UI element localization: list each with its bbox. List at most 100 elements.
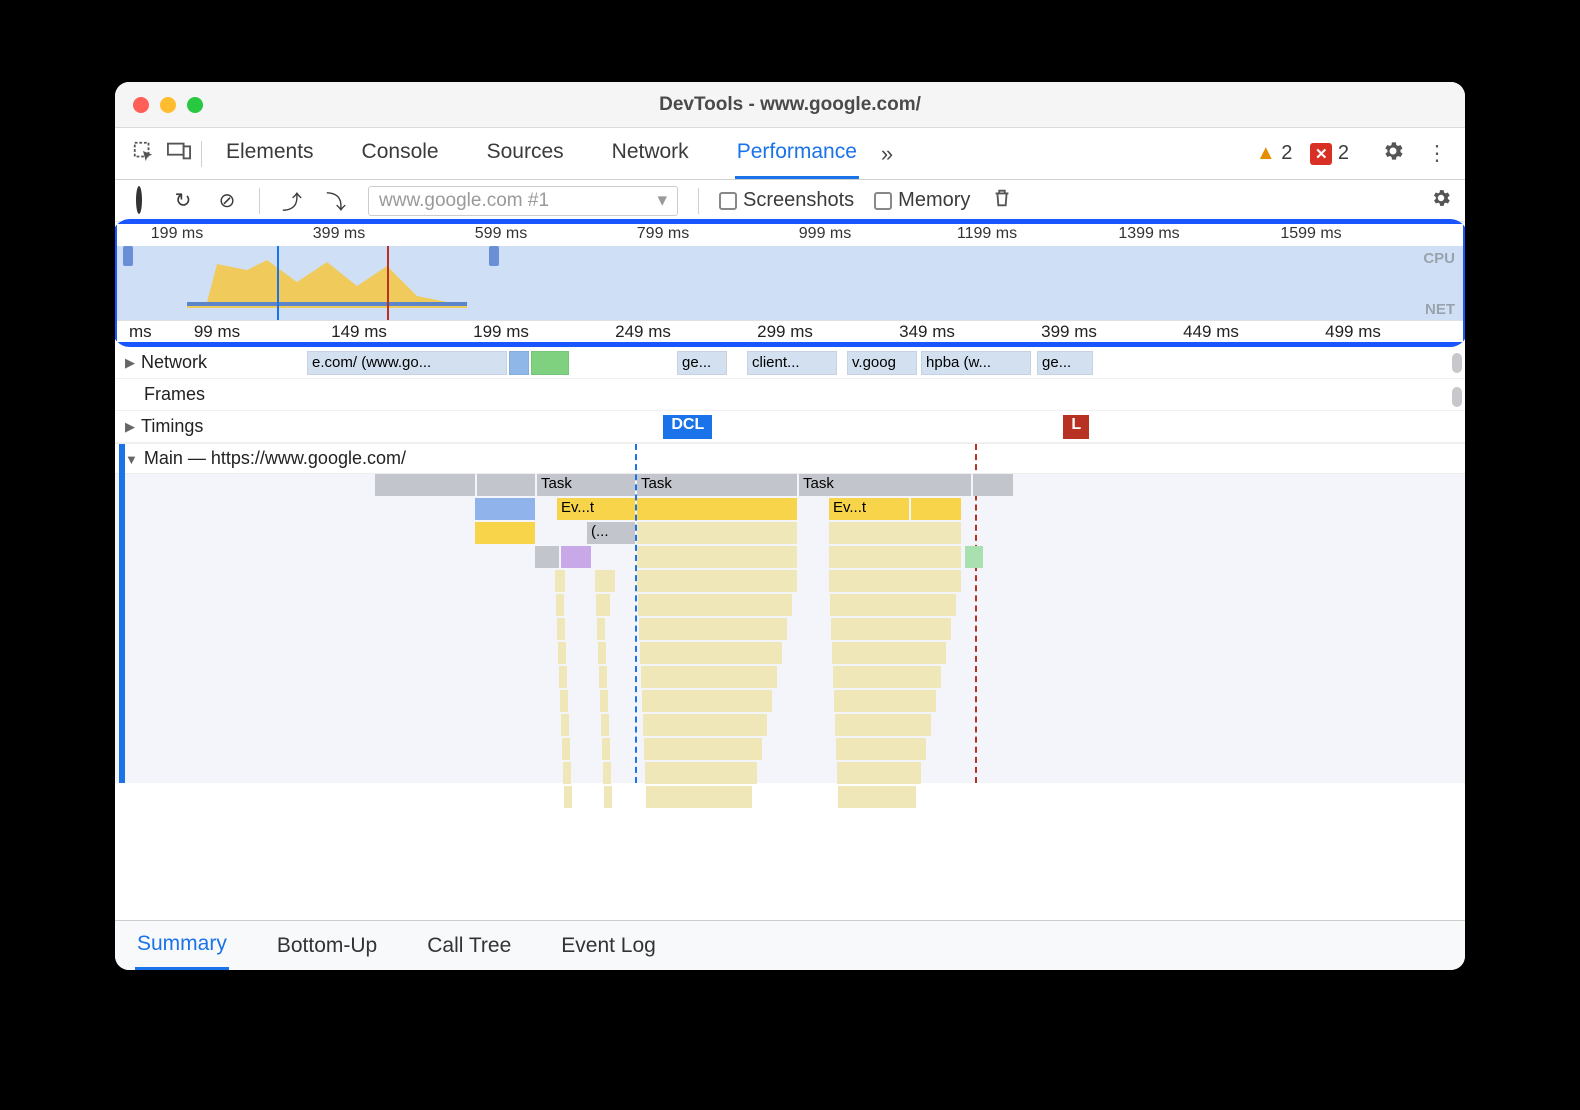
track-frames[interactable]: Frames	[115, 379, 1465, 411]
flame-block[interactable]	[559, 666, 567, 688]
network-request-segment[interactable]	[531, 351, 569, 375]
settings-icon[interactable]	[1379, 139, 1407, 169]
overview-body[interactable]: CPU NET	[117, 246, 1463, 320]
flame-block[interactable]	[561, 546, 591, 568]
flame-block[interactable]	[555, 570, 565, 592]
flame-chart[interactable]: TaskTaskTaskEv...tEv...t(...	[115, 474, 1465, 783]
flame-block[interactable]	[560, 690, 568, 712]
tab-elements[interactable]: Elements	[224, 128, 316, 179]
flame-block[interactable]	[597, 618, 605, 640]
flame-block[interactable]	[640, 642, 782, 664]
kebab-menu-icon[interactable]: ⋮	[1423, 141, 1451, 166]
flame-block[interactable]	[598, 642, 606, 664]
flame-block[interactable]	[603, 762, 611, 784]
flame-block[interactable]	[475, 498, 535, 520]
flame-block[interactable]	[596, 594, 610, 616]
network-request-segment[interactable]: e.com/ (www.go...	[307, 351, 507, 375]
overview-handle-right[interactable]	[489, 246, 499, 266]
flame-block[interactable]	[562, 738, 570, 760]
garbage-collect-icon[interactable]	[990, 187, 1014, 215]
overview-handle-left[interactable]	[123, 246, 133, 266]
flame-block[interactable]: (...	[587, 522, 635, 544]
flame-block[interactable]	[602, 738, 610, 760]
network-lane[interactable]: e.com/ (www.go...ge...client...v.googhpb…	[207, 347, 1465, 378]
network-request-segment[interactable]: hpba (w...	[921, 351, 1031, 375]
issue-counters[interactable]: ▲ 2 ✕ 2	[1256, 142, 1349, 165]
flame-block[interactable]	[637, 498, 797, 520]
details-tab-bottomup[interactable]: Bottom-Up	[275, 923, 379, 969]
window-close-button[interactable]	[133, 97, 149, 113]
tab-sources[interactable]: Sources	[485, 128, 566, 179]
timeline-overview[interactable]: 199 ms399 ms599 ms799 ms999 ms1199 ms139…	[117, 224, 1463, 342]
inspect-icon[interactable]	[129, 140, 157, 168]
device-toggle-icon[interactable]	[165, 141, 193, 167]
upload-icon[interactable]: ⤴	[280, 186, 304, 215]
tabs-overflow-icon[interactable]: »	[881, 141, 893, 167]
window-minimize-button[interactable]	[160, 97, 176, 113]
track-main[interactable]: ▼Main — https://www.google.com/ TaskTask…	[115, 443, 1465, 783]
flame-block[interactable]	[911, 498, 961, 520]
network-request-segment[interactable]	[509, 351, 529, 375]
flame-block[interactable]	[836, 738, 926, 760]
tracks-area[interactable]: ▶Network e.com/ (www.go...ge...client...…	[115, 347, 1465, 920]
flame-block[interactable]	[595, 570, 615, 592]
flame-block[interactable]: Task	[637, 474, 797, 496]
flame-block[interactable]	[599, 666, 607, 688]
flame-block[interactable]	[837, 762, 921, 784]
flame-block[interactable]	[564, 786, 572, 808]
disclosure-triangle-icon[interactable]: ▶	[125, 419, 135, 435]
screenshots-toggle[interactable]: Screenshots	[719, 189, 854, 212]
flame-block[interactable]	[643, 714, 767, 736]
flame-block[interactable]	[833, 666, 941, 688]
flame-block[interactable]	[644, 738, 762, 760]
flame-block[interactable]	[477, 474, 535, 496]
network-request-segment[interactable]: v.goog	[847, 351, 917, 375]
track-network[interactable]: ▶Network e.com/ (www.go...ge...client...…	[115, 347, 1465, 379]
flame-block[interactable]	[830, 594, 956, 616]
frames-lane[interactable]	[205, 379, 1465, 410]
recording-select[interactable]: www.google.com #1 ▾	[368, 186, 678, 216]
details-tab-calltree[interactable]: Call Tree	[425, 923, 513, 969]
flame-block[interactable]	[831, 618, 951, 640]
flame-block[interactable]	[639, 618, 787, 640]
memory-toggle[interactable]: Memory	[874, 189, 970, 212]
timings-lane[interactable]: DCL L	[203, 411, 1465, 442]
flame-block[interactable]	[834, 690, 936, 712]
flame-block[interactable]	[600, 690, 608, 712]
flame-block[interactable]	[637, 546, 797, 568]
flame-block[interactable]	[375, 474, 475, 496]
flame-block[interactable]	[838, 786, 916, 808]
flame-block[interactable]	[638, 594, 792, 616]
flame-block[interactable]	[558, 642, 566, 664]
flame-block[interactable]	[973, 474, 1013, 496]
flame-block[interactable]	[535, 546, 559, 568]
flame-block[interactable]: Ev...t	[557, 498, 635, 520]
flame-block[interactable]: Task	[799, 474, 971, 496]
tab-network[interactable]: Network	[610, 128, 691, 179]
flame-block[interactable]	[645, 762, 757, 784]
tab-performance[interactable]: Performance	[735, 128, 859, 179]
record-button[interactable]	[127, 189, 151, 212]
perf-settings-icon[interactable]	[1429, 187, 1453, 215]
disclosure-triangle-icon[interactable]: ▼	[125, 452, 138, 467]
flame-block[interactable]	[556, 594, 564, 616]
flame-block[interactable]	[561, 714, 569, 736]
reload-record-button[interactable]: ↻	[171, 188, 195, 213]
flame-block[interactable]	[965, 546, 983, 568]
flame-block[interactable]	[641, 666, 777, 688]
flame-block[interactable]	[557, 618, 565, 640]
details-tab-eventlog[interactable]: Event Log	[559, 923, 658, 969]
flame-block[interactable]: Task	[537, 474, 635, 496]
timing-badge-load[interactable]: L	[1063, 415, 1089, 439]
flame-block[interactable]	[475, 522, 535, 544]
flame-block[interactable]	[642, 690, 772, 712]
timing-badge-dcl[interactable]: DCL	[663, 415, 712, 439]
flame-block[interactable]	[829, 546, 961, 568]
details-tab-summary[interactable]: Summary	[135, 921, 229, 970]
tab-console[interactable]: Console	[360, 128, 441, 179]
flame-block[interactable]	[835, 714, 931, 736]
flame-block[interactable]	[563, 762, 571, 784]
disclosure-triangle-icon[interactable]: ▶	[125, 355, 135, 371]
network-request-segment[interactable]: ge...	[677, 351, 727, 375]
window-zoom-button[interactable]	[187, 97, 203, 113]
